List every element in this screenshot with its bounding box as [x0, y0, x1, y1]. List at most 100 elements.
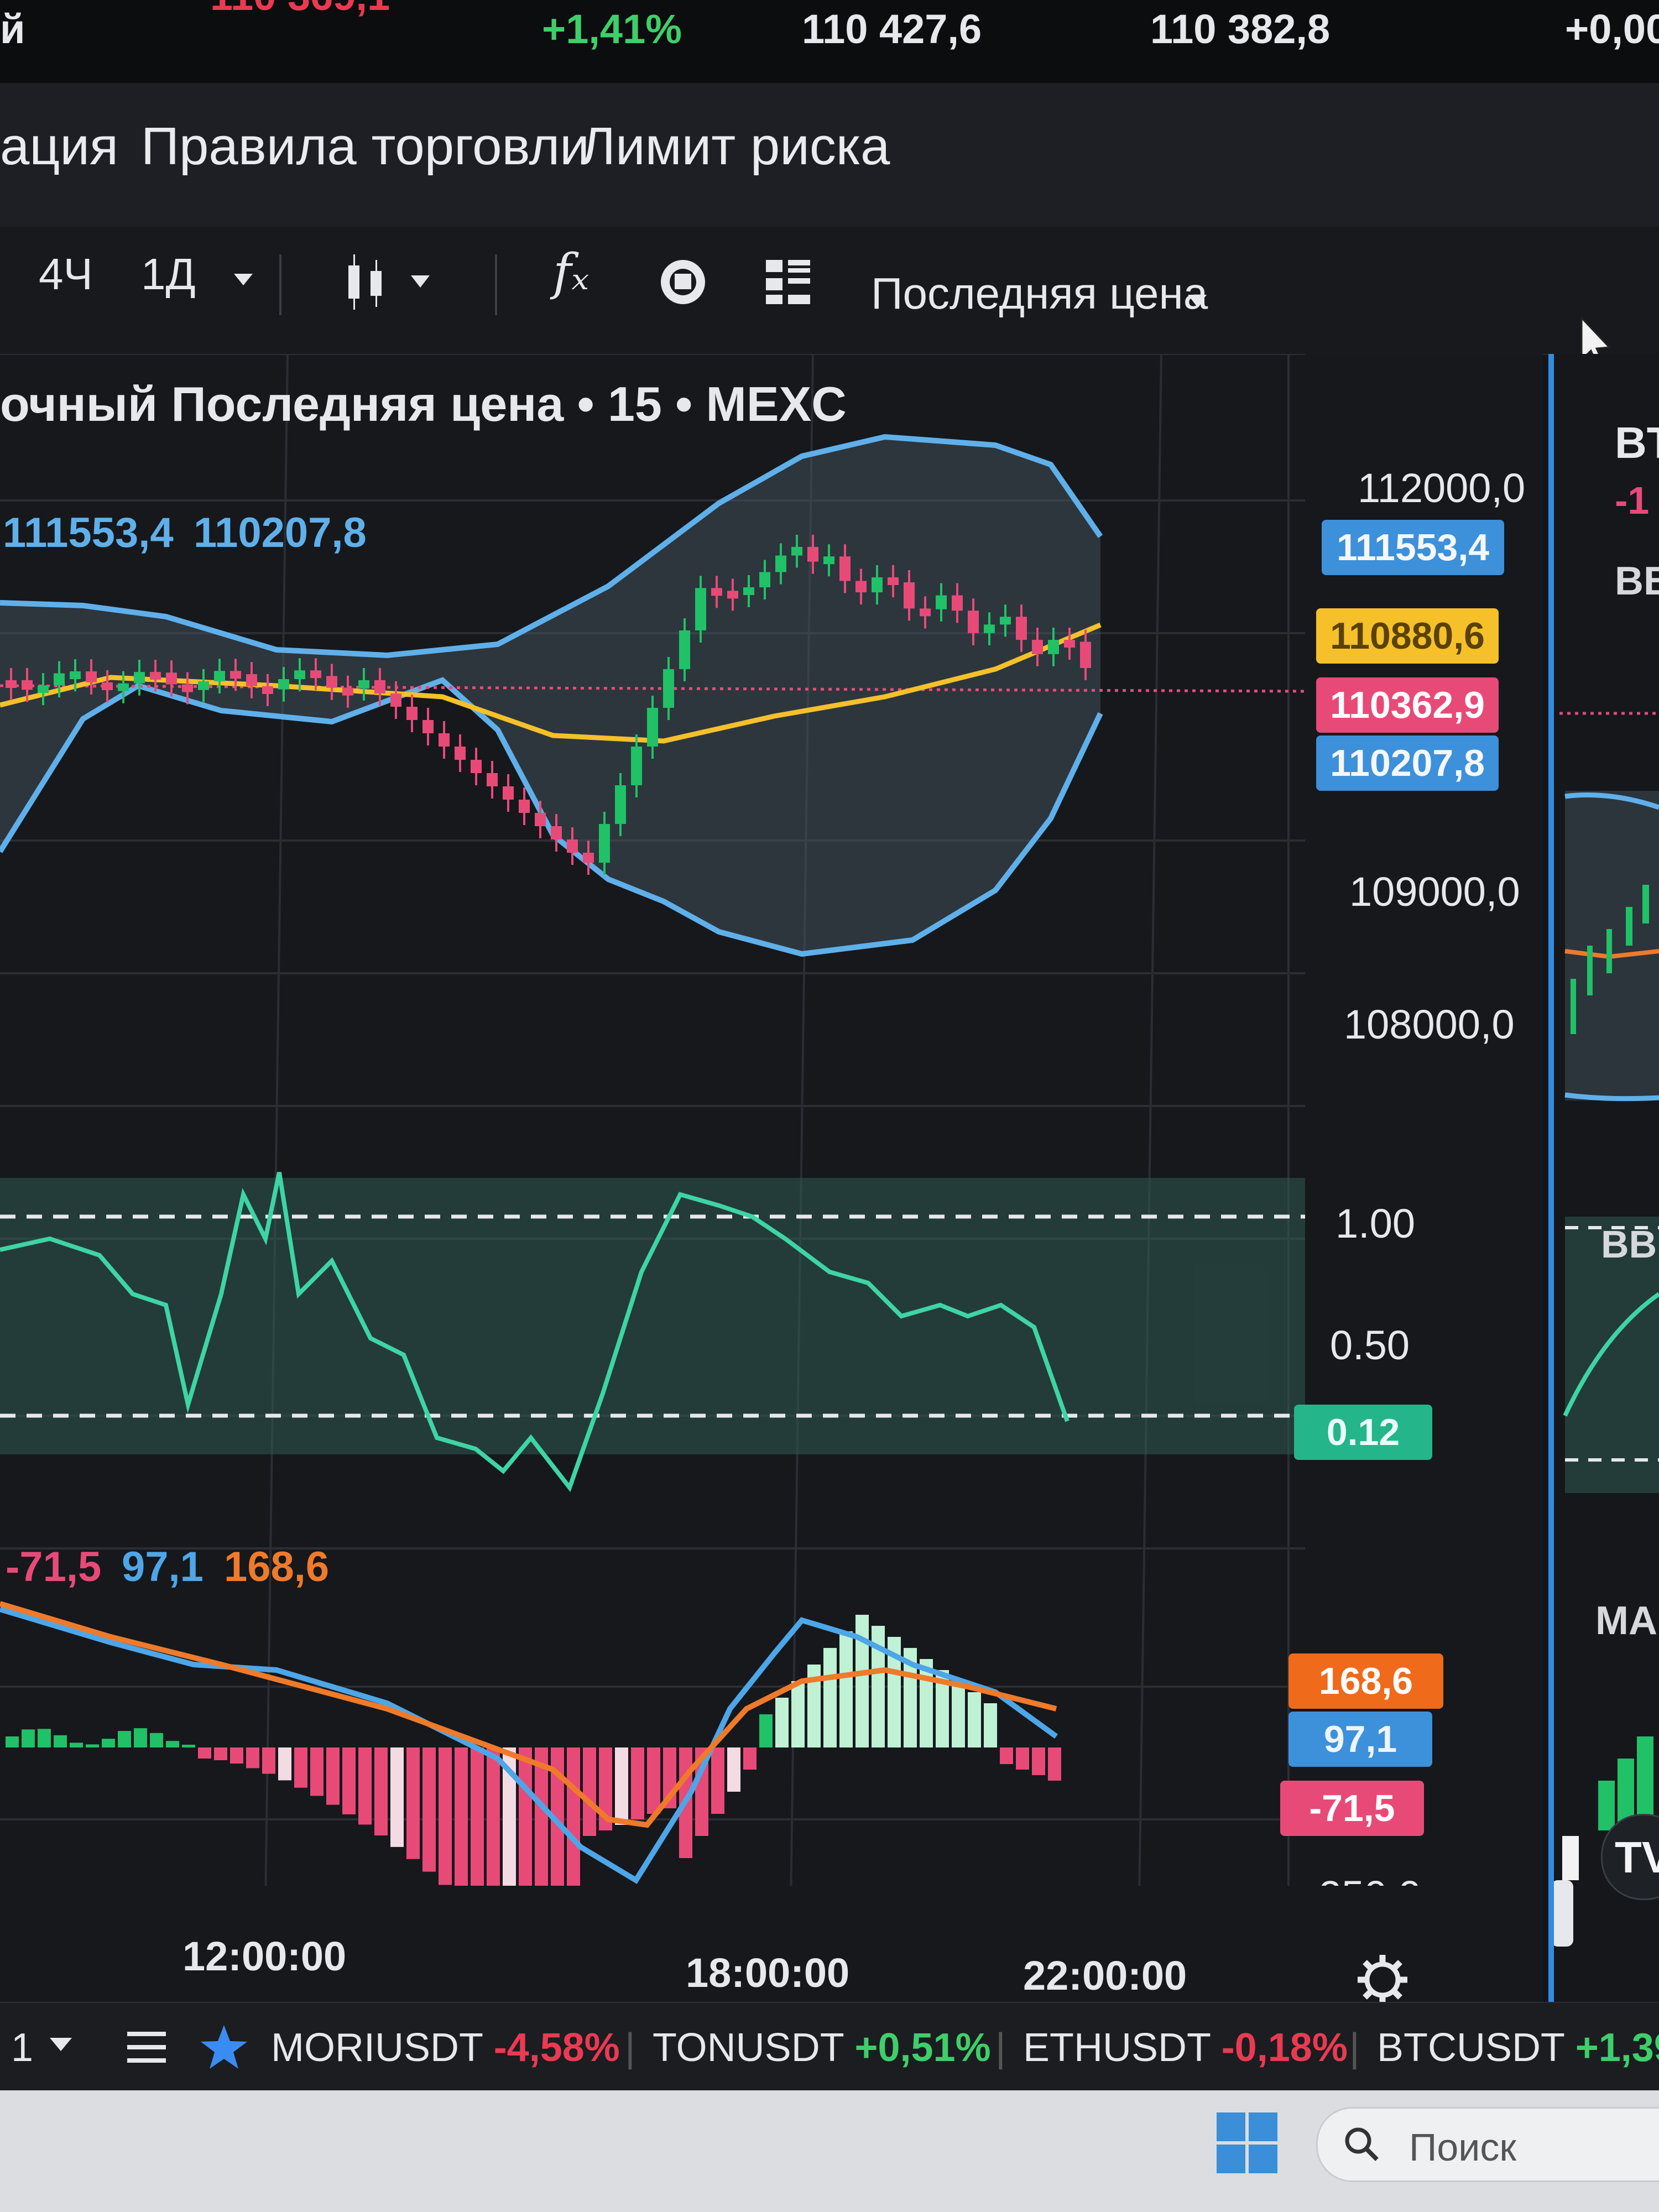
candle	[535, 813, 546, 826]
watchlist-symbol: TONUSDT	[653, 2026, 855, 2070]
time-axis[interactable]: 12:00:00 18:00:00 22:00:00	[0, 1886, 1543, 2005]
search-input[interactable]: Поиск	[1316, 2107, 1659, 2182]
watchlist-symbol: ETHUSDT	[1023, 2026, 1222, 2070]
ma-price-label: 110880,6	[1316, 608, 1499, 664]
histogram-bar	[968, 1692, 981, 1747]
chevron-down-icon[interactable]	[47, 2033, 75, 2056]
windows-icon[interactable]	[1214, 2110, 1280, 2176]
fx-icon[interactable]: 𝑓ₓ	[553, 243, 589, 301]
watchlist-item[interactable]: BTCUSDT +1,39	[1377, 2025, 1659, 2070]
last-price-label: 110362,9	[1316, 677, 1499, 733]
candle	[374, 680, 385, 693]
histogram-bar	[86, 1744, 99, 1747]
candle	[118, 683, 129, 691]
histogram-bar	[759, 1714, 773, 1747]
price-tick: 112000,0	[1358, 465, 1526, 511]
macd-value-label: 97,1	[1288, 1712, 1432, 1767]
candle	[791, 546, 802, 556]
indicator-icon[interactable]	[658, 257, 708, 307]
histogram-bar	[262, 1747, 275, 1774]
candle	[519, 800, 530, 813]
histogram-bar	[102, 1739, 115, 1747]
bb-lower-price-label: 110207,8	[1316, 735, 1499, 791]
histogram-bar	[1048, 1747, 1061, 1781]
price-tick: 108000,0	[1344, 1001, 1515, 1047]
toolbar-divider	[495, 254, 497, 315]
candle	[583, 853, 594, 863]
candle	[615, 785, 626, 824]
histogram-bar	[374, 1747, 388, 1836]
histogram-bar	[406, 1747, 420, 1859]
watchlist-change: +1,39	[1575, 2026, 1659, 2070]
watchlist-symbol: BTCUSDT	[1377, 2026, 1575, 2070]
bb-upper-price-label: 111553,4	[1322, 520, 1504, 575]
info-tabs: ация Правила торговли Лимит риска	[0, 83, 1659, 228]
chevron-down-icon[interactable]	[229, 265, 257, 293]
candle	[968, 611, 979, 633]
watchlist-item[interactable]: ETHUSDT -0,18%	[1023, 2025, 1348, 2070]
price-type-dropdown[interactable]: Последняя цена	[871, 268, 1208, 319]
tab-trading-rules[interactable]: Правила торговли	[141, 116, 589, 177]
panel-expand-handle[interactable]	[1554, 1880, 1573, 1947]
time-tick: 12:00:00	[182, 1933, 347, 1979]
price-change: +1,41%	[542, 6, 682, 52]
chevron-down-icon[interactable]	[406, 271, 434, 293]
histogram-bar	[38, 1729, 51, 1747]
candle	[759, 572, 770, 588]
histogram-bar	[422, 1747, 436, 1872]
watchlist-change: -4,58%	[493, 2026, 620, 2070]
high-price: 110 427,6	[802, 6, 982, 52]
candle	[70, 671, 81, 680]
candle	[1000, 617, 1011, 625]
search-placeholder: Поиск	[1409, 2126, 1516, 2169]
candle	[823, 556, 834, 565]
candle	[439, 733, 450, 747]
menu-icon[interactable]	[124, 2025, 169, 2069]
candle	[342, 687, 353, 696]
candle	[86, 671, 97, 682]
candle	[487, 773, 498, 786]
star-icon[interactable]	[199, 2022, 249, 2072]
candle	[358, 680, 369, 688]
candle-type-icon[interactable]	[340, 252, 390, 312]
watchlist-divider: |	[995, 2026, 1006, 2070]
watchlist-item[interactable]: MORIUSDT -4,58%	[271, 2025, 620, 2070]
histogram-bar	[182, 1744, 195, 1747]
watchlist-bar: 1 MORIUSDT -4,58% | TONUSDT +0,51% | ETHUSDT…	[0, 2002, 1659, 2091]
time-tick: 22:00:00	[1023, 1953, 1187, 1999]
candle	[455, 747, 466, 760]
candle	[920, 608, 931, 617]
watchlist-item[interactable]: TONUSDT +0,51%	[653, 2025, 991, 2070]
candle	[246, 674, 257, 686]
timeframe-1d-button[interactable]: 1Д	[141, 249, 196, 300]
histogram-bar	[839, 1631, 853, 1747]
candle	[150, 672, 161, 680]
candle	[1048, 640, 1059, 654]
candle	[711, 588, 722, 596]
chart-area[interactable]: очный Последняя цена • 15 • MEXC 111553,…	[0, 354, 1543, 2002]
candle	[599, 824, 610, 863]
layout-icon[interactable]	[763, 257, 813, 307]
candle	[471, 760, 482, 773]
grid-line	[1138, 354, 1162, 1903]
secondary-chart-panel[interactable]: BT -1 BB BB MAC TV	[1548, 354, 1659, 2018]
secondary-chart-canvas[interactable]	[1554, 354, 1659, 2018]
last-price: 110 369,1	[210, 0, 390, 19]
candle	[278, 679, 289, 690]
tab-information[interactable]: ация	[0, 116, 118, 177]
watchlist-symbol: MORIUSDT	[271, 2026, 494, 2070]
histogram-bar	[310, 1747, 324, 1796]
tab-risk-limit[interactable]: Лимит риска	[581, 116, 890, 177]
layout-count[interactable]: 1	[11, 2025, 33, 2070]
settings-icon[interactable]	[1355, 1952, 1410, 2007]
histogram-bar	[54, 1735, 67, 1747]
chart-toolbar: 4Ч 1Д 𝑓ₓ Последняя цена	[0, 227, 1659, 368]
price-axis[interactable]: 112000,0 111553,4 110880,6 110362,9 1102…	[1280, 354, 1543, 2002]
low-price: 110 382,8	[1150, 6, 1331, 52]
timeframe-4h-button[interactable]: 4Ч	[39, 249, 93, 300]
candle	[1080, 641, 1091, 668]
ticker-stats-bar: й 110 369,1 +1,41% 110 427,6 110 382,8 +…	[0, 0, 1659, 83]
macd-hist-legend: -71,5	[6, 1543, 102, 1590]
chevron-down-icon[interactable]	[1183, 290, 1211, 312]
candle	[1016, 617, 1027, 640]
